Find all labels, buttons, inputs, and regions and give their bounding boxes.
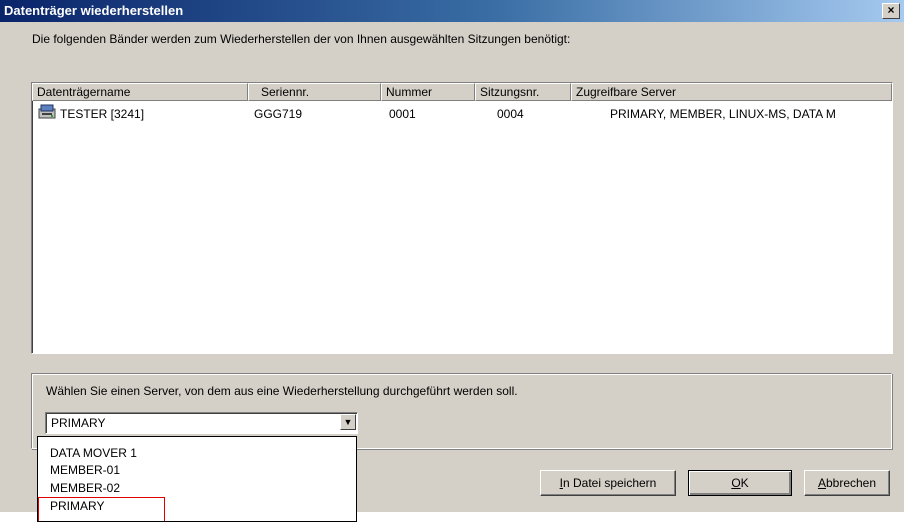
column-header-number[interactable]: Nummer	[381, 83, 475, 101]
dropdown-option[interactable]: MEMBER-02	[50, 481, 120, 495]
server-group-label: Wählen Sie einen Server, von dem aus ein…	[46, 384, 518, 398]
cell-number: 0001	[389, 107, 416, 121]
close-button[interactable]: ×	[882, 3, 900, 19]
title-bar[interactable]: Datenträger wiederherstellen ×	[0, 0, 904, 22]
ok-button[interactable]: OK	[688, 470, 792, 496]
window-title: Datenträger wiederherstellen	[4, 3, 184, 18]
server-dropdown-list[interactable]: DATA MOVER 1 MEMBER-01 MEMBER-02 PRIMARY	[37, 436, 357, 522]
cell-servers: PRIMARY, MEMBER, LINUX-MS, DATA M	[610, 107, 836, 121]
column-header-serial[interactable]: Seriennr.	[248, 83, 381, 101]
cell-session: 0004	[497, 107, 524, 121]
column-header-servers[interactable]: Zugreifbare Server	[571, 83, 892, 101]
info-text: Die folgenden Bänder werden zum Wiederhe…	[32, 32, 571, 46]
chevron-down-icon[interactable]: ▼	[340, 414, 356, 430]
dropdown-option[interactable]: MEMBER-01	[50, 463, 120, 477]
selection-highlight	[38, 497, 165, 521]
column-header-media-name[interactable]: Datenträgername	[32, 83, 248, 101]
tape-drive-icon	[38, 104, 56, 123]
cell-serial: GGG719	[254, 107, 303, 121]
server-combobox[interactable]: PRIMARY ▼	[45, 412, 358, 434]
column-header-session[interactable]: Sitzungsnr.	[475, 83, 571, 101]
dropdown-option[interactable]: DATA MOVER 1	[50, 446, 137, 460]
server-combobox-value: PRIMARY	[51, 416, 106, 430]
cell-media-name: TESTER [3241]	[60, 107, 145, 121]
save-to-file-button[interactable]: In Datei speichern	[540, 470, 676, 496]
media-list[interactable]: Datenträgername Seriennr. Nummer Sitzung…	[31, 82, 893, 354]
cancel-button[interactable]: Abbrechen	[804, 470, 890, 496]
